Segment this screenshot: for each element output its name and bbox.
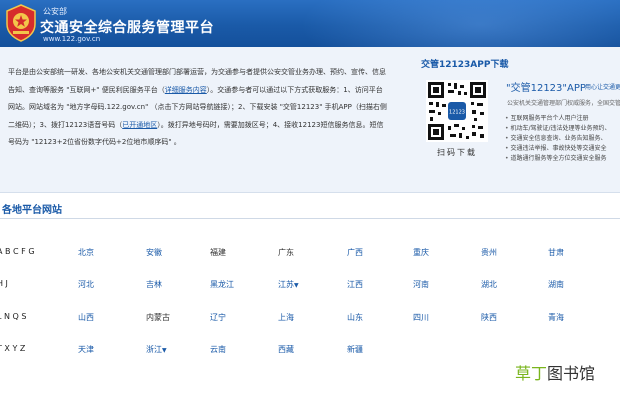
province-link[interactable]: 甘肃 — [548, 247, 564, 258]
province-link[interactable]: 福建 — [210, 247, 226, 258]
watermark-text: 草丁图书馆 — [515, 360, 595, 384]
province-name: 浙江 — [146, 345, 162, 354]
caret-down-icon: ▼ — [162, 347, 167, 354]
province-name: 河北 — [78, 280, 94, 289]
watermark-text-green: 草丁 — [515, 364, 548, 383]
app-feature-item: 交通违法举报、事故快处等交通安全 — [505, 144, 611, 154]
province-name: 贵州 — [481, 248, 497, 257]
province-name: 广东 — [278, 248, 294, 257]
app-feature-item: 机动车/驾驶证/违法处理等业务预约、 — [505, 124, 610, 134]
province-name: 陕西 — [481, 313, 497, 322]
section-title: 各地平台网站 — [2, 205, 62, 216]
province-name: 甘肃 — [548, 248, 564, 257]
qr-code-icon: 12123 — [426, 80, 488, 142]
province-link[interactable]: 广西 — [347, 247, 363, 258]
province-name: 河南 — [413, 280, 429, 289]
province-link[interactable]: 陕西 — [481, 312, 497, 323]
province-link[interactable]: 天津 — [78, 344, 94, 355]
watermark-text-dark: 图书馆 — [547, 364, 596, 383]
app-feature-item: 互联网服务平台个人用户注册 — [505, 114, 611, 124]
province-link[interactable]: 新疆 — [347, 344, 363, 355]
row-letters: L N Q S — [0, 312, 27, 321]
header-glow — [300, 0, 620, 47]
province-name: 福建 — [210, 248, 226, 257]
app-feature-list: 互联网服务平台个人用户注册 机动车/驾驶证/违法处理等业务预约、 交通安全信息查… — [505, 114, 611, 164]
intro-paragraph: 平台是由公安部统一研发、各地公安机关交通管理部门部署运营，为交通参与者提供公安交… — [8, 64, 388, 152]
province-name: 新疆 — [347, 345, 363, 354]
site-title[interactable]: 交通安全综合服务管理平台 — [40, 17, 214, 37]
province-link[interactable]: 河南 — [413, 279, 429, 290]
province-name: 黑龙江 — [210, 280, 234, 289]
app-download-title: 交管12123APP下载 — [421, 60, 509, 70]
site-url: www.122.gov.cn — [43, 35, 101, 43]
province-name: 青海 — [548, 313, 564, 322]
row-letters: T X Y Z — [0, 344, 26, 353]
province-link[interactable]: 重庆 — [413, 247, 429, 258]
province-link[interactable]: 云南 — [210, 344, 226, 355]
province-name: 重庆 — [413, 248, 429, 257]
province-name: 吉林 — [146, 280, 162, 289]
app-name: "交管12123"APP — [506, 83, 586, 94]
qr-caption: 扫码下载 — [437, 148, 477, 157]
province-name: 湖北 — [481, 280, 497, 289]
province-name: 广西 — [347, 248, 363, 257]
province-name: 四川 — [413, 313, 429, 322]
province-link[interactable]: 贵州 — [481, 247, 497, 258]
province-link[interactable]: 山东 — [347, 312, 363, 323]
province-name: 上海 — [278, 313, 294, 322]
province-link[interactable]: 江苏▼ — [278, 279, 299, 290]
province-name: 西藏 — [278, 345, 294, 354]
province-name: 江苏 — [278, 280, 294, 289]
province-link[interactable]: 浙江▼ — [146, 344, 167, 355]
caret-down-icon: ▼ — [294, 282, 299, 289]
province-link[interactable]: 河北 — [78, 279, 94, 290]
province-link[interactable]: 黑龙江 — [210, 279, 234, 290]
app-tagline: 用心让交通更 — [585, 84, 620, 91]
province-name: 山东 — [347, 313, 363, 322]
province-name: 辽宁 — [210, 313, 226, 322]
watermark-logo: 草丁图书馆 — [515, 360, 615, 384]
row-letters: H J — [0, 279, 8, 288]
police-emblem-icon — [6, 4, 36, 42]
site-header: 公安部 交通安全综合服务管理平台 www.122.gov.cn — [0, 0, 620, 47]
province-link[interactable]: 四川 — [413, 312, 429, 323]
province-link[interactable]: 湖南 — [548, 279, 564, 290]
app-subtitle: 公安机关交通管理部门权威服务，全国交管业务办 — [507, 100, 620, 107]
province-link[interactable]: 安徽 — [146, 247, 162, 258]
row-letters: A B C F G — [0, 247, 35, 256]
province-link[interactable]: 吉林 — [146, 279, 162, 290]
app-feature-item: 交通安全信息查询、业务告知服务、 — [505, 134, 611, 144]
province-link[interactable]: 广东 — [278, 247, 294, 258]
province-link[interactable]: 西藏 — [278, 344, 294, 355]
province-name: 安徽 — [146, 248, 162, 257]
province-link[interactable]: 北京 — [78, 247, 94, 258]
province-link[interactable]: 湖北 — [481, 279, 497, 290]
province-link[interactable]: 山西 — [78, 312, 94, 323]
province-link[interactable]: 上海 — [278, 312, 294, 323]
province-name: 云南 — [210, 345, 226, 354]
province-name: 天津 — [78, 345, 94, 354]
province-name: 湖南 — [548, 280, 564, 289]
opened-regions-link[interactable]: 已开通地区 — [122, 121, 157, 129]
province-name: 江西 — [347, 280, 363, 289]
province-name: 山西 — [78, 313, 94, 322]
province-link[interactable]: 辽宁 — [210, 312, 226, 323]
svg-text:12123: 12123 — [449, 110, 465, 116]
ministry-label: 公安部 — [43, 7, 67, 16]
section-divider — [0, 218, 620, 219]
province-name: 北京 — [78, 248, 94, 257]
province-name: 内蒙古 — [146, 313, 170, 322]
province-link[interactable]: 江西 — [347, 279, 363, 290]
service-details-link[interactable]: 详细服务内容 — [165, 86, 207, 94]
province-link[interactable]: 青海 — [548, 312, 564, 323]
province-link[interactable]: 内蒙古 — [146, 312, 170, 323]
app-feature-item: 道路通行服务等全方位交通安全服务 — [505, 154, 611, 164]
